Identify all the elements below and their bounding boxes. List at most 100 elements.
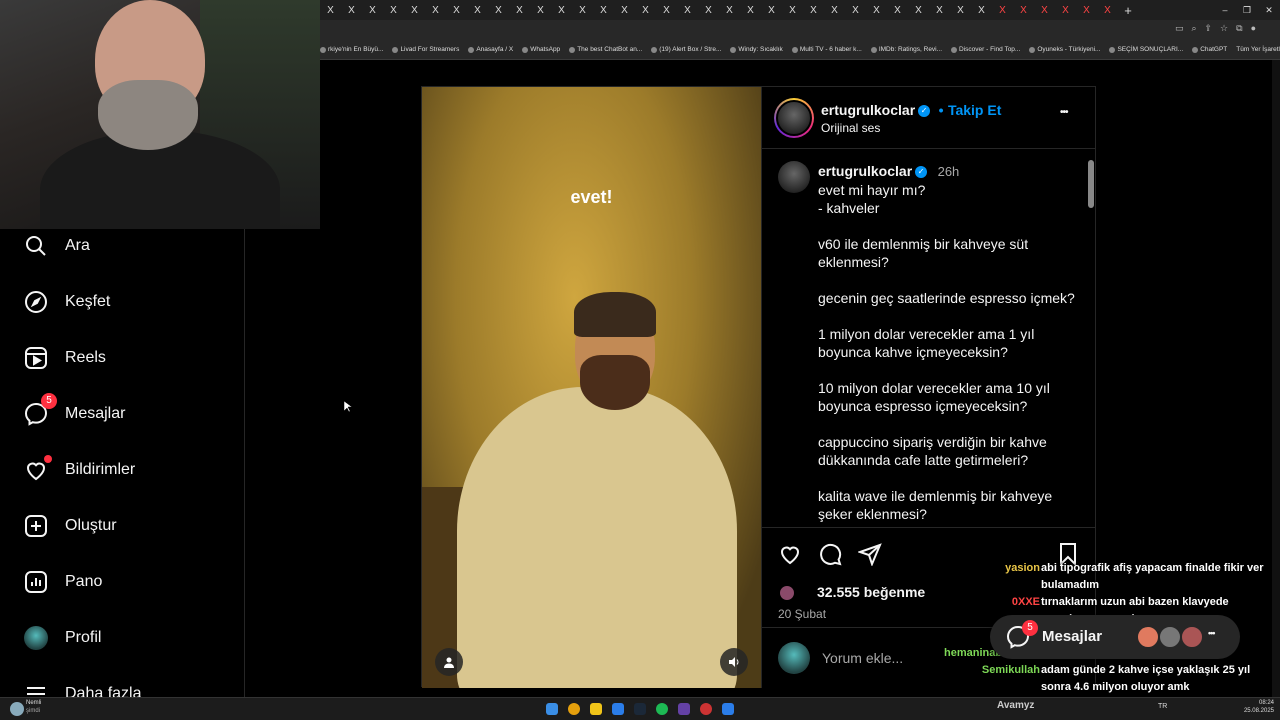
sidebar-item-search[interactable]: Ara <box>24 234 90 258</box>
sidebar-item-create[interactable]: Oluştur <box>24 514 117 538</box>
bookmark-item[interactable]: Livad For Streamers <box>392 46 459 53</box>
volume-icon[interactable] <box>720 648 748 676</box>
browser-tab[interactable]: X <box>677 0 698 20</box>
browser-tab[interactable]: X <box>824 0 845 20</box>
share-icon[interactable] <box>856 542 882 571</box>
browser-tab[interactable]: X <box>971 0 992 20</box>
bookmark-item[interactable]: Discover - Find Top... <box>951 46 1020 53</box>
windows-start-icon[interactable] <box>546 703 558 715</box>
post-media[interactable]: evet! <box>422 87 761 688</box>
browser-tab[interactable]: X <box>593 0 614 20</box>
new-tab-button[interactable]: + <box>1118 3 1138 18</box>
author-username[interactable]: ertugrulkoclar <box>821 102 915 118</box>
bookmark-item[interactable]: WhatsApp <box>522 46 560 53</box>
caption-author-avatar[interactable] <box>778 161 810 193</box>
app-icon[interactable] <box>612 703 624 715</box>
browser-tab[interactable]: X <box>845 0 866 20</box>
sidebar-item-notifications[interactable]: Bildirimler <box>24 455 135 482</box>
profile-icon[interactable]: ● <box>1251 23 1256 34</box>
bookmark-item[interactable]: rkiye'nin En Büyü... <box>320 46 383 53</box>
audio-label[interactable]: Orijinal ses <box>821 121 880 135</box>
browser-tab[interactable]: X <box>614 0 635 20</box>
browser-tab[interactable]: X <box>446 0 467 20</box>
share-icon[interactable]: ⇪ <box>1205 23 1213 34</box>
browser-tab[interactable]: X <box>404 0 425 20</box>
browser-tab[interactable]: X <box>383 0 404 20</box>
browser-tab[interactable]: X <box>761 0 782 20</box>
browser-tab[interactable]: X <box>551 0 572 20</box>
browser-tab[interactable]: X <box>341 0 362 20</box>
browser-tab[interactable]: X <box>887 0 908 20</box>
browser-tab[interactable]: X <box>530 0 551 20</box>
sidebar-item-reels[interactable]: Reels <box>24 346 106 370</box>
caption-author[interactable]: ertugrulkoclar <box>818 163 912 179</box>
follow-button[interactable]: Takip Et <box>948 102 1001 118</box>
more-options-icon[interactable]: ••• <box>1060 107 1068 118</box>
like-icon[interactable] <box>778 542 802 571</box>
browser-tab[interactable]: X <box>782 0 803 20</box>
browser-tab[interactable]: X <box>1097 0 1118 20</box>
browser-tab[interactable]: X <box>740 0 761 20</box>
twitch-icon[interactable] <box>678 703 690 715</box>
comment-input[interactable]: Yorum ekle... <box>822 650 903 666</box>
browser-tab[interactable]: X <box>488 0 509 20</box>
star-icon[interactable]: ☆ <box>1220 23 1228 34</box>
browser-tab[interactable]: X <box>908 0 929 20</box>
bookmark-item[interactable]: SEÇİM SONUÇLARI... <box>1109 46 1183 53</box>
steam-icon[interactable] <box>634 703 646 715</box>
browser-tab[interactable]: X <box>866 0 887 20</box>
browser-tab[interactable]: X <box>656 0 677 20</box>
like-count[interactable]: 32.555 beğenme <box>817 584 925 600</box>
browser-tab[interactable]: X <box>803 0 824 20</box>
browser-tab[interactable]: X <box>425 0 446 20</box>
comment-icon[interactable] <box>818 542 842 571</box>
clock-time[interactable]: 08:24 <box>1240 700 1274 706</box>
spotify-icon[interactable] <box>656 703 668 715</box>
browser-tab[interactable]: X <box>698 0 719 20</box>
browser-tab[interactable]: X <box>467 0 488 20</box>
weather-icon[interactable] <box>10 702 24 716</box>
restore-icon[interactable]: ❐ <box>1236 5 1258 16</box>
browser-tab[interactable]: X <box>719 0 740 20</box>
minimize-icon[interactable]: – <box>1214 5 1236 16</box>
bookmark-item[interactable]: ChatGPT <box>1192 46 1227 53</box>
comments-scrollbar[interactable] <box>1088 154 1094 524</box>
browser-tab[interactable]: X <box>992 0 1013 20</box>
sidebar-item-dashboard[interactable]: Pano <box>24 570 102 594</box>
browser-tab[interactable]: X <box>572 0 593 20</box>
sidebar-item-explore[interactable]: Keşfet <box>24 290 110 314</box>
browser-tab[interactable]: X <box>1013 0 1034 20</box>
browser-tab[interactable]: X <box>929 0 950 20</box>
zoom-icon[interactable]: ⌕ <box>1191 23 1196 34</box>
browser-tab[interactable]: X <box>509 0 530 20</box>
bookmark-item[interactable]: Windy: Sıcaklık <box>730 46 783 53</box>
chrome-icon[interactable] <box>568 703 580 715</box>
browser-tab[interactable]: X <box>1034 0 1055 20</box>
browser-tab[interactable]: X <box>320 0 341 20</box>
bookmark-item[interactable]: The best ChatBot an... <box>569 46 642 53</box>
bookmark-item[interactable]: Anasayfa / X <box>468 46 513 53</box>
cast-icon[interactable]: ▭ <box>1175 23 1184 34</box>
bookmark-item[interactable]: Multi TV - 6 haber k... <box>791 46 862 53</box>
author-avatar[interactable] <box>774 98 814 138</box>
all-bookmarks-button[interactable]: Tüm Yer İşaretleri <box>1236 46 1280 53</box>
folder-icon[interactable] <box>590 703 602 715</box>
messages-pill[interactable]: 5 Mesajlar ••• <box>990 615 1240 659</box>
tagged-users-icon[interactable] <box>435 648 463 676</box>
bookmark-item[interactable]: (19) Alert Box / Stre... <box>651 46 721 53</box>
sidebar-item-messages[interactable]: 5 Mesajlar <box>24 393 125 426</box>
more-icon[interactable]: ••• <box>1208 628 1216 638</box>
extensions-icon[interactable]: ⧉ <box>1236 23 1242 34</box>
app-icon[interactable] <box>722 703 734 715</box>
clock-date[interactable]: 25.08.2025 <box>1240 708 1274 714</box>
sidebar-item-profile[interactable]: Profil <box>24 626 101 650</box>
close-icon[interactable]: ✕ <box>1258 5 1280 16</box>
browser-tab[interactable]: X <box>950 0 971 20</box>
bookmark-item[interactable]: IMDb: Ratings, Revi... <box>870 46 942 53</box>
browser-tab[interactable]: X <box>1076 0 1097 20</box>
browser-tab[interactable]: X <box>1055 0 1076 20</box>
browser-tab[interactable]: X <box>362 0 383 20</box>
bookmark-item[interactable]: Oyuneks - Türkiyeni... <box>1029 46 1100 53</box>
obs-icon[interactable] <box>700 703 712 715</box>
language-indicator[interactable]: TR <box>1158 703 1167 710</box>
